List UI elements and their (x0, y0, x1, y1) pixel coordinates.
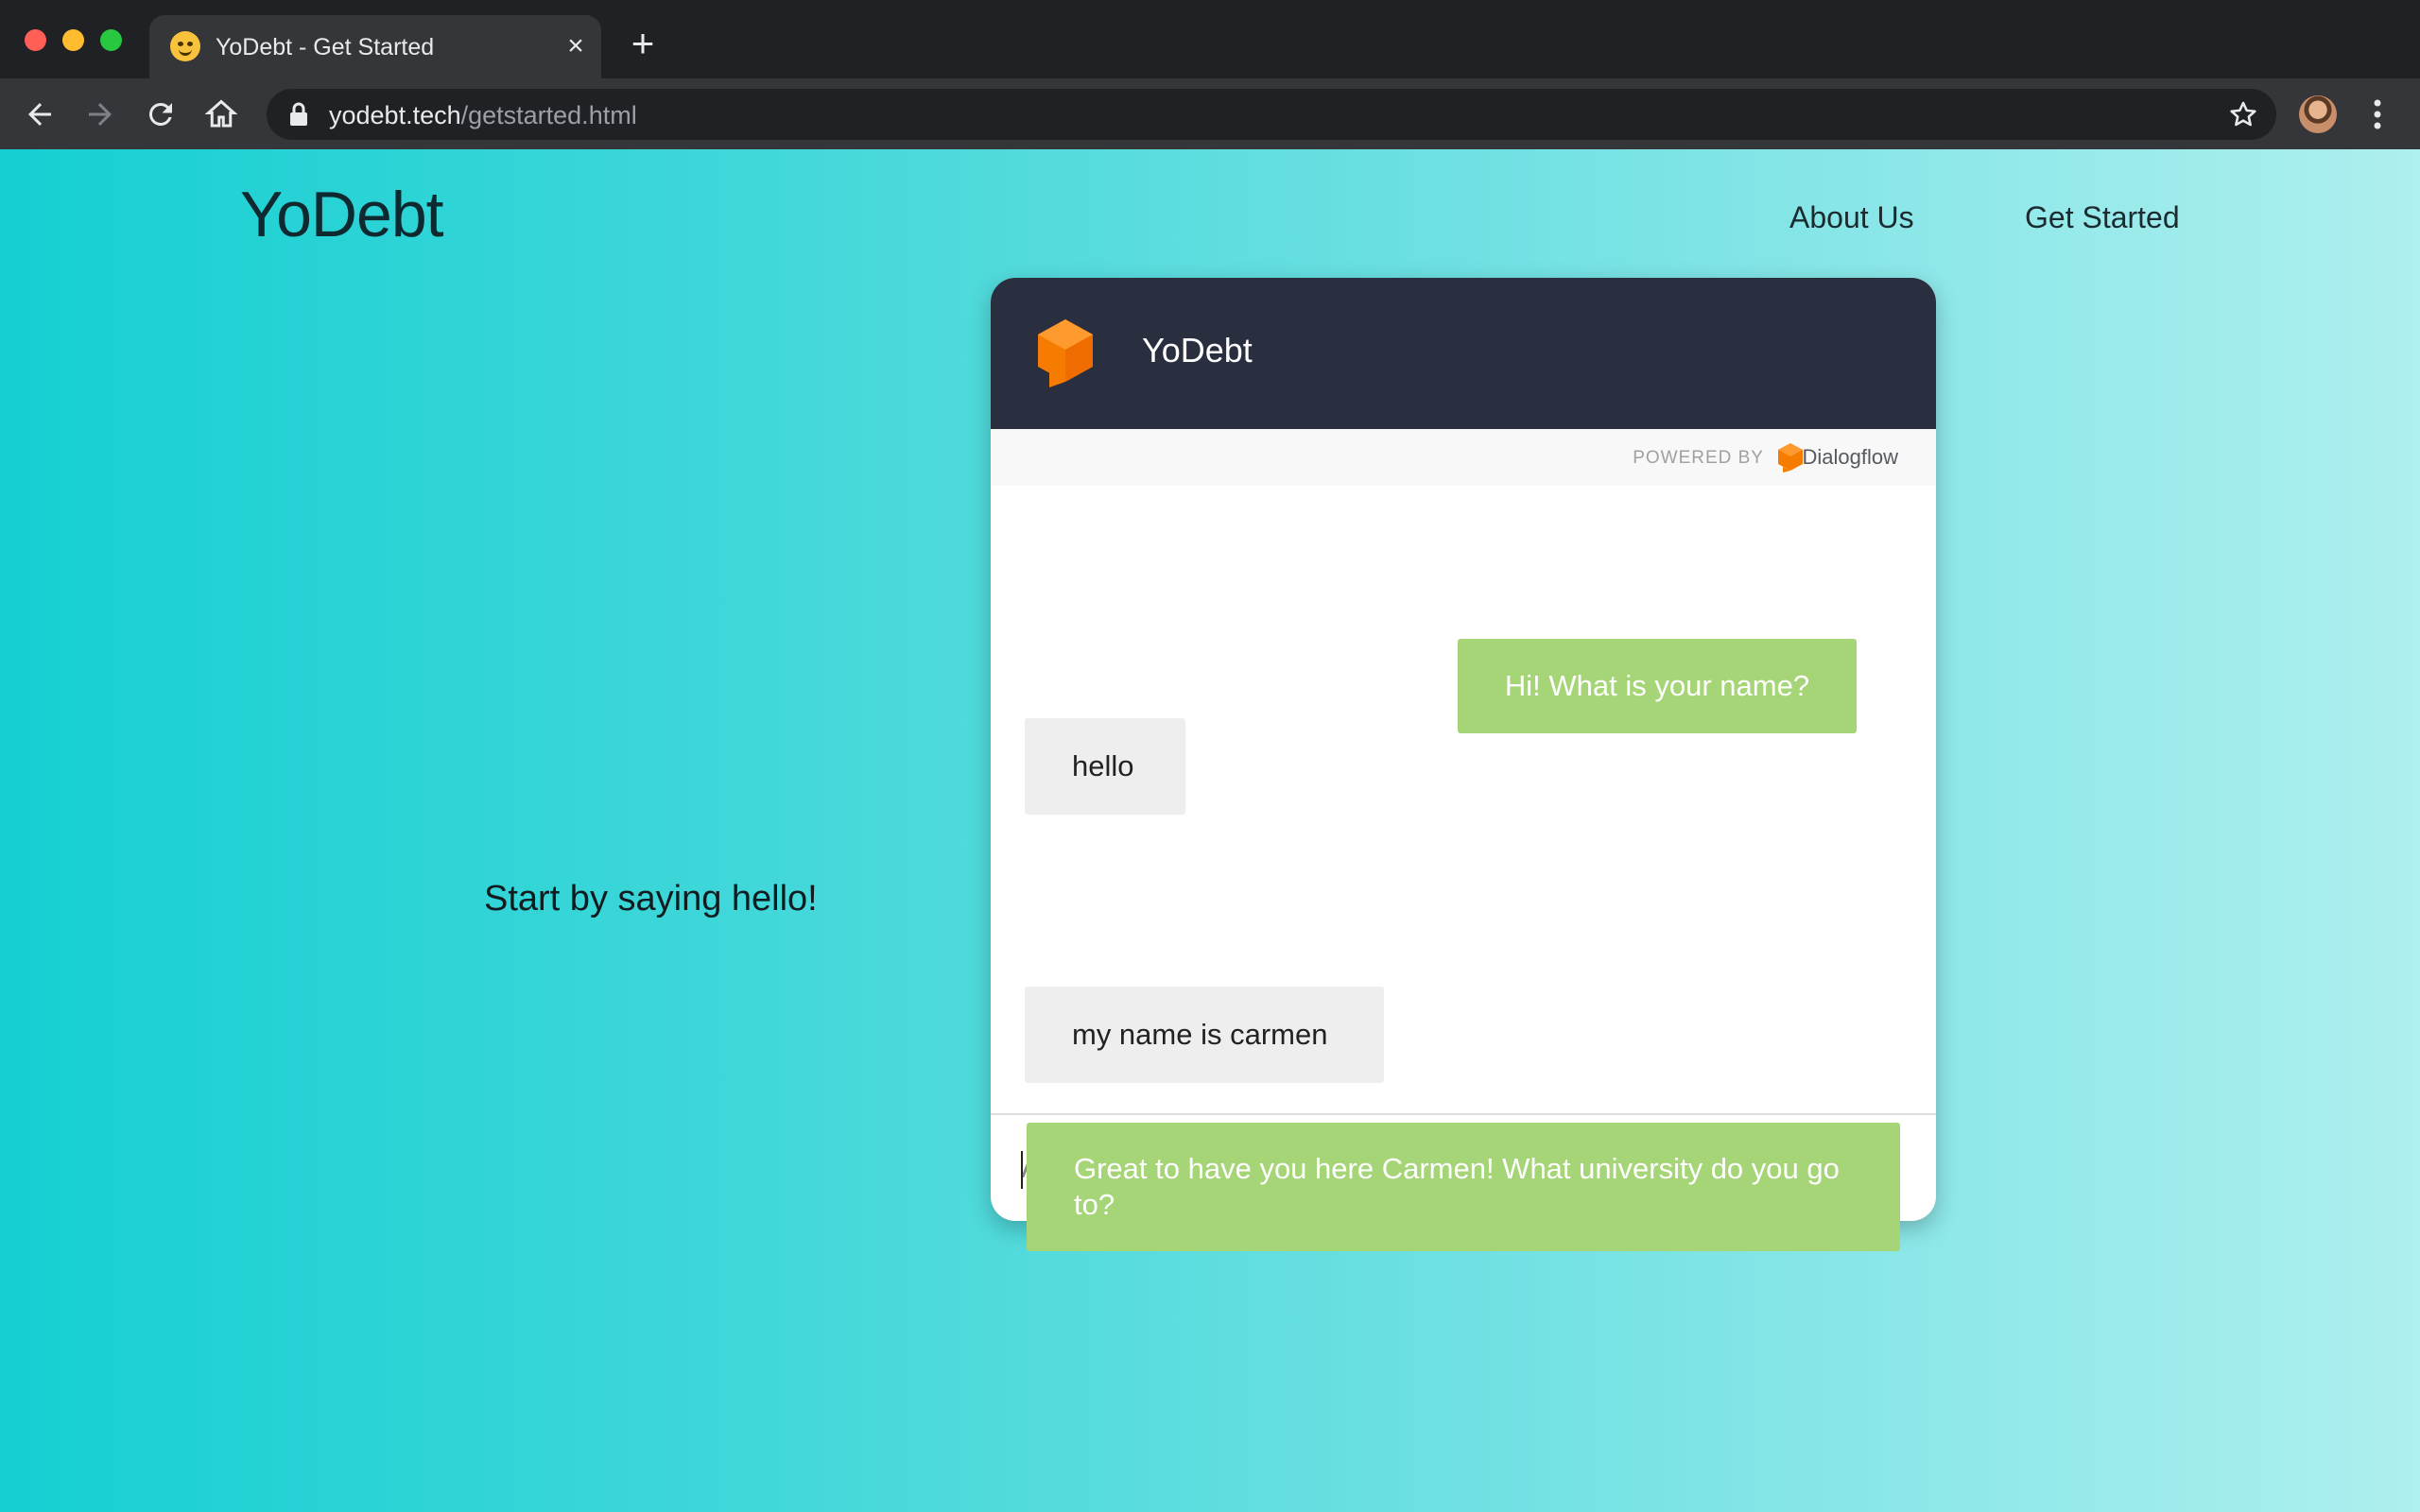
star-icon[interactable] (2227, 98, 2259, 130)
money-face-emoji-icon (170, 31, 200, 61)
tab-close-icon[interactable]: × (562, 32, 590, 60)
browser-toolbar: yodebt.tech/getstarted.html (0, 78, 2420, 149)
chat-bot-name: YoDebt (1142, 331, 1253, 369)
dialogflow-brand-text[interactable]: Dialogflow (1803, 445, 1899, 470)
chat-input-divider (991, 1113, 1936, 1115)
chat-message-user: hello (1025, 718, 1185, 815)
chat-header: YoDebt (991, 278, 1936, 429)
new-tab-button[interactable]: + (626, 24, 660, 63)
home-button[interactable] (204, 97, 238, 131)
url-host: yodebt.tech (329, 101, 461, 129)
chat-message-bot: Hi! What is your name? (1458, 639, 1857, 733)
dialogflow-cube-icon (1038, 319, 1093, 387)
url-path: /getstarted.html (460, 101, 637, 129)
url-text: yodebt.tech/getstarted.html (329, 101, 637, 130)
arrow-left-icon (28, 103, 51, 126)
back-button[interactable] (23, 97, 57, 131)
window-zoom-button[interactable] (100, 29, 122, 51)
dialogflow-logo-icon (1778, 443, 1803, 472)
arrow-right-icon (89, 103, 112, 126)
address-bar[interactable]: yodebt.tech/getstarted.html (267, 89, 2276, 140)
kebab-menu-icon[interactable] (2363, 95, 2392, 133)
browser-tab-strip: YoDebt - Get Started × + (0, 0, 2420, 78)
text-caret (1021, 1151, 1023, 1189)
nav-about-us-link[interactable]: About Us (1789, 200, 1914, 235)
nav-get-started-link[interactable]: Get Started (2025, 200, 2180, 235)
reload-button[interactable] (144, 97, 178, 131)
forward-button[interactable] (83, 97, 117, 131)
tab-title: YoDebt - Get Started (216, 34, 435, 60)
profile-avatar[interactable] (2299, 95, 2337, 133)
browser-tab-active[interactable]: YoDebt - Get Started × (149, 15, 601, 78)
window-minimize-button[interactable] (62, 29, 84, 51)
reload-icon (148, 102, 172, 126)
window-close-button[interactable] (25, 29, 46, 51)
chat-message-user: my name is carmen (1025, 987, 1384, 1083)
powered-by-label: POWERED BY (1633, 448, 1764, 468)
lock-icon (290, 102, 307, 126)
powered-by-bar: POWERED BY Dialogflow (991, 429, 1936, 486)
chat-message-bot: Great to have you here Carmen! What univ… (1027, 1123, 1900, 1251)
hero-instruction-text: Start by saying hello! (484, 879, 818, 919)
site-logo[interactable]: YoDebt (240, 178, 444, 251)
home-icon (204, 99, 238, 128)
